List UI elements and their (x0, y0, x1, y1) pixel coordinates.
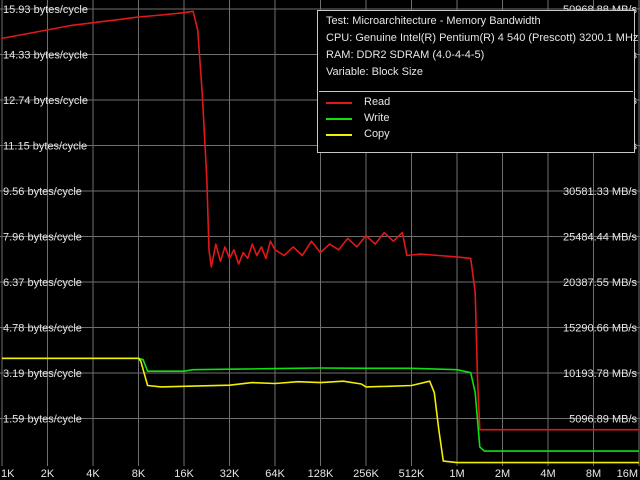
x-tick-label: 4M (540, 468, 555, 480)
y-left-tick-label: 15.93 bytes/cycle (3, 4, 88, 16)
x-tick-label: 512K (399, 468, 425, 480)
info-variable: Variable: Block Size (326, 66, 424, 78)
legend-label-copy: Copy (364, 128, 390, 140)
info-legend-box: Test: Microarchitecture - Memory Bandwid… (317, 10, 639, 153)
info-ram: RAM: DDR2 SDRAM (4.0-4-4-5) (326, 49, 485, 61)
info-cpu: CPU: Genuine Intel(R) Pentium(R) 4 540 (… (326, 32, 639, 44)
x-tick-label: 128K (308, 468, 334, 480)
legend-swatch-read (326, 102, 352, 104)
x-tick-label: 1M (449, 468, 464, 480)
y-left-tick-label: 9.56 bytes/cycle (3, 186, 82, 198)
y-left-tick-label: 14.33 bytes/cycle (3, 50, 88, 62)
x-tick-label: 64K (265, 468, 285, 480)
y-left-tick-label: 1.59 bytes/cycle (3, 414, 82, 426)
x-tick-label: 1K (1, 468, 15, 480)
x-tick-label: 16M (617, 468, 638, 480)
y-left-tick-label: 7.96 bytes/cycle (3, 232, 82, 244)
y-left-tick-label: 11.15 bytes/cycle (3, 141, 87, 153)
legend-swatch-write (326, 118, 352, 120)
legend-label-write: Write (364, 112, 390, 124)
legend-swatch-copy (326, 134, 352, 136)
y-left-tick-label: 4.78 bytes/cycle (3, 323, 82, 335)
info-test: Test: Microarchitecture - Memory Bandwid… (326, 15, 541, 27)
legend-label-read: Read (364, 96, 391, 108)
y-left-tick-label: 12.74 bytes/cycle (3, 95, 88, 107)
y-left-tick-label: 6.37 bytes/cycle (3, 277, 82, 289)
x-tick-label: 8K (132, 468, 146, 480)
x-tick-label: 4K (86, 468, 100, 480)
x-tick-label: 32K (220, 468, 240, 480)
y-right-tick-label: 10193.78 MB/s (563, 368, 637, 380)
y-right-tick-label: 20387.55 MB/s (563, 277, 637, 289)
y-left-tick-label: 3.19 bytes/cycle (3, 368, 82, 380)
y-right-tick-label: 15290.66 MB/s (563, 323, 637, 335)
x-tick-label: 2M (495, 468, 510, 480)
x-tick-label: 256K (353, 468, 379, 480)
y-right-tick-label: 25484.44 MB/s (563, 232, 637, 244)
x-tick-label: 8M (586, 468, 601, 480)
y-right-tick-label: 30581.33 MB/s (563, 186, 637, 198)
y-right-tick-label: 5096.89 MB/s (569, 414, 637, 426)
legend-divider (319, 91, 633, 92)
x-tick-label: 2K (41, 468, 55, 480)
x-tick-label: 16K (174, 468, 194, 480)
